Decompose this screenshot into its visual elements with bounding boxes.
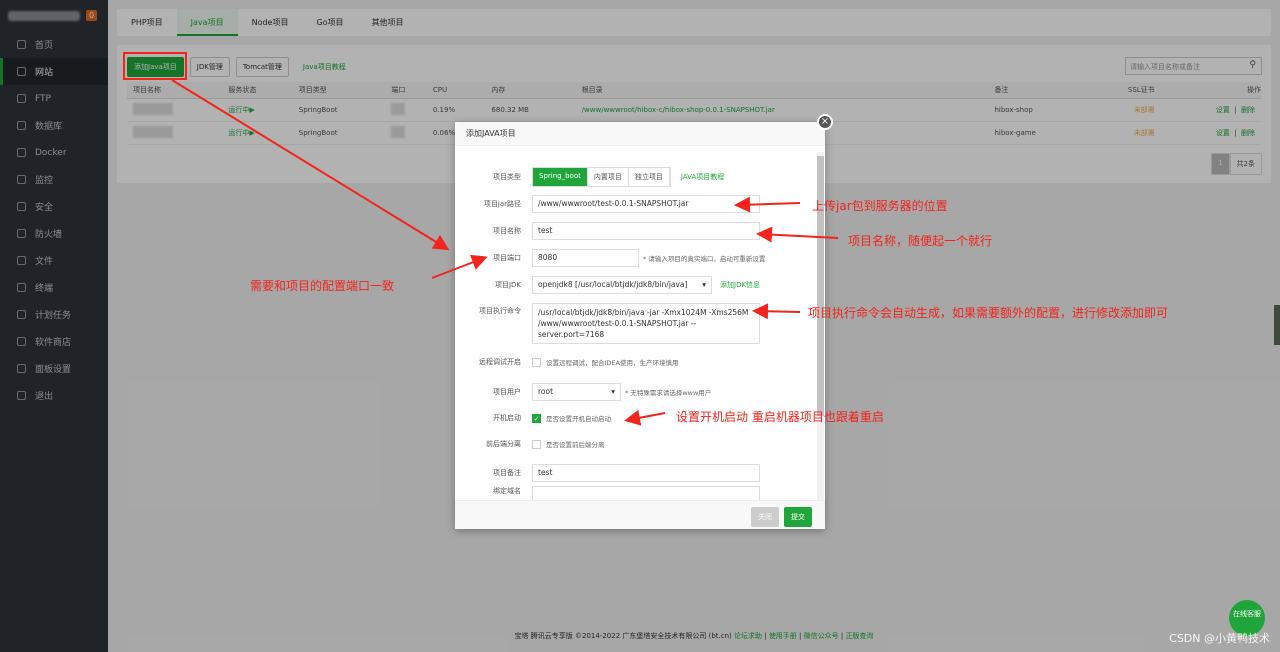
chevron-down-icon: ▾ [611,387,615,396]
boot-hint: 是否设置开机自动启动 [546,415,611,423]
project-name-input[interactable]: test [532,222,760,240]
name-label: 项目名称 [493,227,521,235]
debug-hint: 设置远程调试，配合IDEA使用，生产环境慎用 [546,359,679,367]
remark-label: 项目备注 [493,469,521,477]
port-input[interactable]: 8080 [532,249,639,267]
annotation-cmd: 项目执行命令会自动生成，如果需要额外的配置，进行修改添加即可 [808,306,1169,320]
submit-button[interactable]: 提交 [784,507,812,527]
user-value: root [538,387,554,396]
jar-label: 项目jar路径 [483,200,521,208]
highlight-box [123,52,187,80]
separation-checkbox[interactable] [532,439,541,449]
jdk-value: openjdk8 [/usr/local/btjdk/jdk8/bin/java… [538,280,688,289]
remark-input[interactable]: test [532,464,760,482]
type-spring-boot[interactable]: Spring_boot [533,168,588,186]
close-icon[interactable]: × [817,114,833,130]
domain-label: 绑定域名 [493,487,521,495]
command-textarea[interactable]: /usr/local/btjdk/jdk8/bin/java -jar -Xmx… [532,303,760,344]
chevron-down-icon: ▾ [702,280,706,289]
scrollbar-thumb[interactable] [817,156,824,416]
type-standalone[interactable]: 独立项目 [629,168,670,186]
close-button[interactable]: 关闭 [751,507,779,527]
jar-path-input[interactable]: /www/wwwroot/test-0.0.1-SNAPSHOT.jar [532,195,760,213]
user-label: 项目用户 [493,388,521,396]
boot-label: 开机启动 [493,414,521,422]
annotation-jar: 上传jar包到服务器的位置 [812,199,948,213]
cmd-line: /usr/local/btjdk/jdk8/bin/java -jar -Xmx… [538,308,749,317]
annotation-boot: 设置开机启动 重启机器项目也跟着重启 [676,410,884,424]
annotation-name: 项目名称，随便起一个就行 [848,234,993,248]
add-jdk-link[interactable]: 添加JDK信息 [720,280,760,290]
port-label: 项目端口 [493,254,521,262]
domain-textarea[interactable] [532,486,760,500]
user-select[interactable]: root ▾ [532,383,621,401]
type-builtin[interactable]: 内置项目 [588,168,629,186]
remote-debug-checkbox[interactable] [532,357,541,367]
annotation-port: 需要和项目的配置端口一致 [250,279,395,293]
user-hint: * 无特殊需求请选择www用户 [625,389,712,397]
add-java-project-dialog: 添加JAVA项目 × 项目类型 Spring_boot 内置项目 独立项目 JAVA… [455,114,833,529]
jdk-select[interactable]: openjdk8 [/usr/local/btjdk/jdk8/bin/java… [532,276,712,294]
jdk-label: 项目JDK [494,281,521,289]
java-tutorial-link[interactable]: JAVA项目教程 [681,172,724,182]
type-label: 项目类型 [493,173,521,181]
cmd-line: /www/wwwroot/test-0.0.1-SNAPSHOT.jar --s… [538,319,697,339]
watermark: CSDN @小黄鸭技术 [1169,632,1270,645]
separation-hint: 是否设置前后端分离 [546,441,605,449]
debug-label: 远程调试开启 [479,358,521,366]
separation-label: 前后端分离 [486,440,521,448]
cmd-label: 项目执行命令 [479,307,521,315]
dialog-title: 添加JAVA项目 [455,122,825,146]
autostart-checkbox[interactable]: ✓ [532,413,541,423]
port-hint: * 请输入项目的真实端口，启动可重新设置 [643,255,766,263]
project-type-selector: Spring_boot 内置项目 独立项目 [532,167,671,187]
